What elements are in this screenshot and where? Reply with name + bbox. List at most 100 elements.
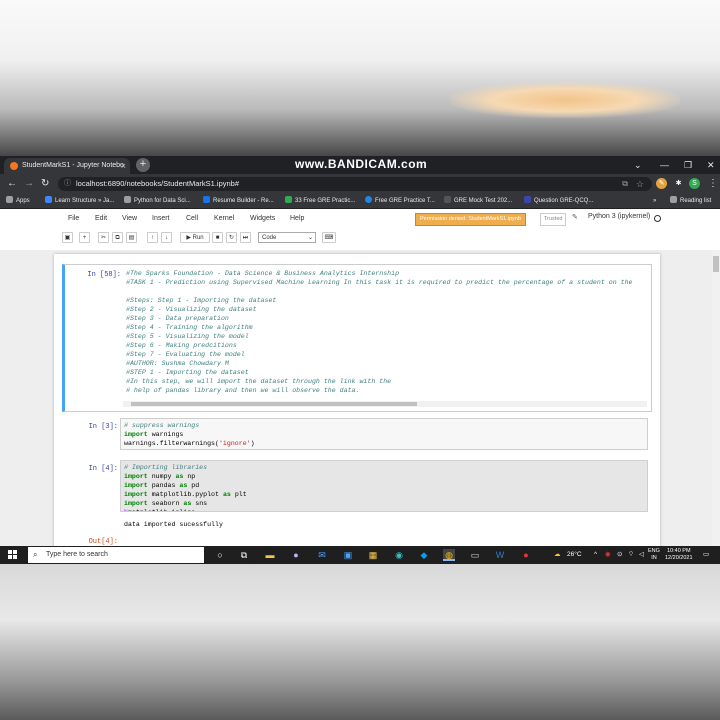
- cut-icon[interactable]: ✂: [98, 232, 109, 243]
- puzzle-extensions-icon[interactable]: ✱: [673, 178, 684, 189]
- chrome-icon[interactable]: ◍: [443, 549, 455, 561]
- browser-tab-active[interactable]: StudentMarkS1 - Jupyter Notebo ×: [4, 158, 130, 174]
- horizontal-scrollbar[interactable]: [123, 401, 647, 407]
- edit-pencil-icon[interactable]: ✎: [572, 213, 578, 221]
- code-editor[interactable]: #The Sparks Foundation - Data Science & …: [123, 267, 647, 399]
- restart-icon[interactable]: ↻: [226, 232, 237, 243]
- paste-icon[interactable]: ▤: [126, 232, 137, 243]
- store-icon[interactable]: ▣: [342, 549, 354, 561]
- bookmark-question-gre[interactable]: Question GRE-QCQ...: [524, 194, 593, 208]
- task-view-icon[interactable]: ⧉: [238, 549, 250, 561]
- windows-start-icon[interactable]: [8, 550, 18, 560]
- notifications-icon[interactable]: ▭: [703, 546, 709, 564]
- bookmark-gre-mock[interactable]: GRE Mock Test 202...: [444, 194, 512, 208]
- volume-icon[interactable]: ◁: [639, 546, 644, 564]
- close-window-icon[interactable]: ✕: [707, 156, 715, 174]
- menu-help[interactable]: Help: [290, 215, 304, 222]
- url-bar[interactable]: ⓘ localhost:6890/notebooks/StudentMarkS1…: [58, 177, 652, 191]
- bandicam-icon[interactable]: ●: [520, 549, 532, 561]
- notebook-toolbar: ▣ + ✂ ⧉ ▤ ↑ ↓ ▶ Run ■ ↻ ⏭ Code ⌄ ⌨: [0, 230, 720, 246]
- menu-file[interactable]: File: [68, 215, 79, 222]
- bookmark-resume-builder[interactable]: Resume Builder - Re...: [203, 194, 274, 208]
- back-icon[interactable]: ←: [7, 177, 17, 191]
- minimize-icon[interactable]: —: [660, 156, 669, 174]
- menu-view[interactable]: View: [122, 215, 137, 222]
- command-palette-icon[interactable]: ⌨: [322, 232, 336, 243]
- bookmarks-overflow-icon[interactable]: »: [653, 194, 656, 208]
- bookmark-python-data[interactable]: Python for Data Sci...: [124, 194, 191, 208]
- insert-cell-icon[interactable]: +: [79, 232, 90, 243]
- share-icon[interactable]: ⧉: [622, 177, 628, 191]
- taskbar-search-box[interactable]: ⌕ Type here to search: [28, 547, 204, 563]
- app-icon[interactable]: ●: [290, 549, 302, 561]
- code-cell[interactable]: In [4]: # Importing libraries import nump…: [62, 460, 652, 530]
- record-icon[interactable]: ◉: [605, 546, 611, 564]
- bookmark-free-gre-33[interactable]: 33 Free GRE Practic...: [285, 194, 355, 208]
- weather-temp[interactable]: 26°C: [567, 546, 582, 564]
- menu-cell[interactable]: Cell: [186, 215, 198, 222]
- menu-insert[interactable]: Insert: [152, 215, 170, 222]
- new-tab-button[interactable]: +: [136, 158, 150, 172]
- bookmarks-bar: Apps Learn Structure » Ja... Python for …: [0, 194, 720, 209]
- mail-icon[interactable]: ✉: [316, 549, 328, 561]
- code-text: matplotlib.pyplot: [147, 491, 223, 498]
- scrollbar-thumb[interactable]: [713, 256, 719, 272]
- code-cell[interactable]: In [3]: # suppress warnings import warni…: [62, 418, 652, 452]
- move-up-icon[interactable]: ↑: [147, 232, 158, 243]
- trusted-badge[interactable]: Trusted: [540, 213, 567, 226]
- menu-kernel[interactable]: Kernel: [214, 215, 234, 222]
- edge-icon[interactable]: ◉: [393, 549, 405, 561]
- site-info-icon[interactable]: ⓘ: [64, 177, 71, 191]
- move-down-icon[interactable]: ↓: [161, 232, 172, 243]
- profile-avatar[interactable]: S: [689, 178, 700, 189]
- weather-icon[interactable]: ☁: [554, 546, 561, 564]
- bookmark-free-gre-practice[interactable]: Free GRE Practice T...: [365, 194, 435, 208]
- bookmark-star-icon[interactable]: ☆: [636, 177, 644, 191]
- menu-edit[interactable]: Edit: [95, 215, 107, 222]
- taskbar-clock[interactable]: 10:40 PM 12/20/2021: [665, 548, 693, 562]
- code-text: matplotlib inline: [128, 509, 195, 511]
- maximize-icon[interactable]: ❐: [684, 156, 692, 174]
- permission-denied-notice[interactable]: Permission denied: StudentMarkS1.ipynb: [415, 213, 526, 226]
- menu-widgets[interactable]: Widgets: [250, 215, 275, 222]
- forward-icon[interactable]: →: [24, 177, 34, 191]
- kernel-name[interactable]: Python 3 (ipykernel): [588, 213, 650, 220]
- bookmark-favicon-icon: [365, 196, 372, 203]
- code-editor[interactable]: # suppress warnings import warnings warn…: [120, 418, 648, 450]
- cortana-icon[interactable]: ○: [214, 549, 226, 561]
- run-button[interactable]: ▶ Run: [180, 232, 210, 243]
- calendar-icon[interactable]: ▦: [367, 549, 379, 561]
- word-icon[interactable]: W: [494, 549, 506, 561]
- code-line: import matplotlib.pyplot as plt: [124, 490, 644, 499]
- cell-type-select[interactable]: Code ⌄: [258, 232, 316, 243]
- code-line: %matplotlib inline: [124, 508, 644, 511]
- extension-icon[interactable]: ✎: [656, 178, 667, 189]
- reload-icon[interactable]: ↻: [41, 177, 49, 191]
- tray-chevron-icon[interactable]: ^: [594, 546, 597, 564]
- clock-time: 10:40 PM: [666, 548, 691, 554]
- page-vertical-scrollbar[interactable]: [712, 250, 720, 546]
- windows-app-icon[interactable]: ◆: [418, 549, 430, 561]
- code-line: #STEP 1 - Importing the dataset: [126, 369, 249, 376]
- copy-icon[interactable]: ⧉: [112, 232, 123, 243]
- chrome-menu-icon[interactable]: ⋮: [708, 177, 718, 191]
- network-icon[interactable]: ⊙: [617, 546, 622, 564]
- scrollbar-thumb[interactable]: [131, 402, 417, 406]
- interrupt-icon[interactable]: ■: [212, 232, 223, 243]
- wifi-icon[interactable]: ⌔: [628, 546, 634, 564]
- save-icon[interactable]: ▣: [62, 232, 73, 243]
- reading-list[interactable]: Reading list: [670, 194, 711, 208]
- cell-prompt: In [3]:: [88, 423, 118, 431]
- restart-run-all-icon[interactable]: ⏭: [240, 232, 251, 243]
- language-indicator[interactable]: ENG IN: [648, 548, 660, 562]
- tab-search-chevron-icon[interactable]: ⌄: [634, 156, 642, 174]
- tab-close-icon[interactable]: ×: [121, 158, 126, 174]
- terminal-icon[interactable]: ▭: [469, 549, 481, 561]
- bookmark-apps[interactable]: Apps: [6, 194, 30, 208]
- code-cell-selected[interactable]: In [58]: #The Sparks Foundation - Data S…: [62, 264, 652, 412]
- bookmark-learn-structure[interactable]: Learn Structure » Ja...: [45, 194, 114, 208]
- code-line: #Steps: Step 1 - Importing the dataset: [126, 297, 277, 304]
- code-editor[interactable]: # Importing libraries import numpy as np i…: [120, 460, 648, 512]
- file-explorer-icon[interactable]: ▬: [264, 549, 276, 561]
